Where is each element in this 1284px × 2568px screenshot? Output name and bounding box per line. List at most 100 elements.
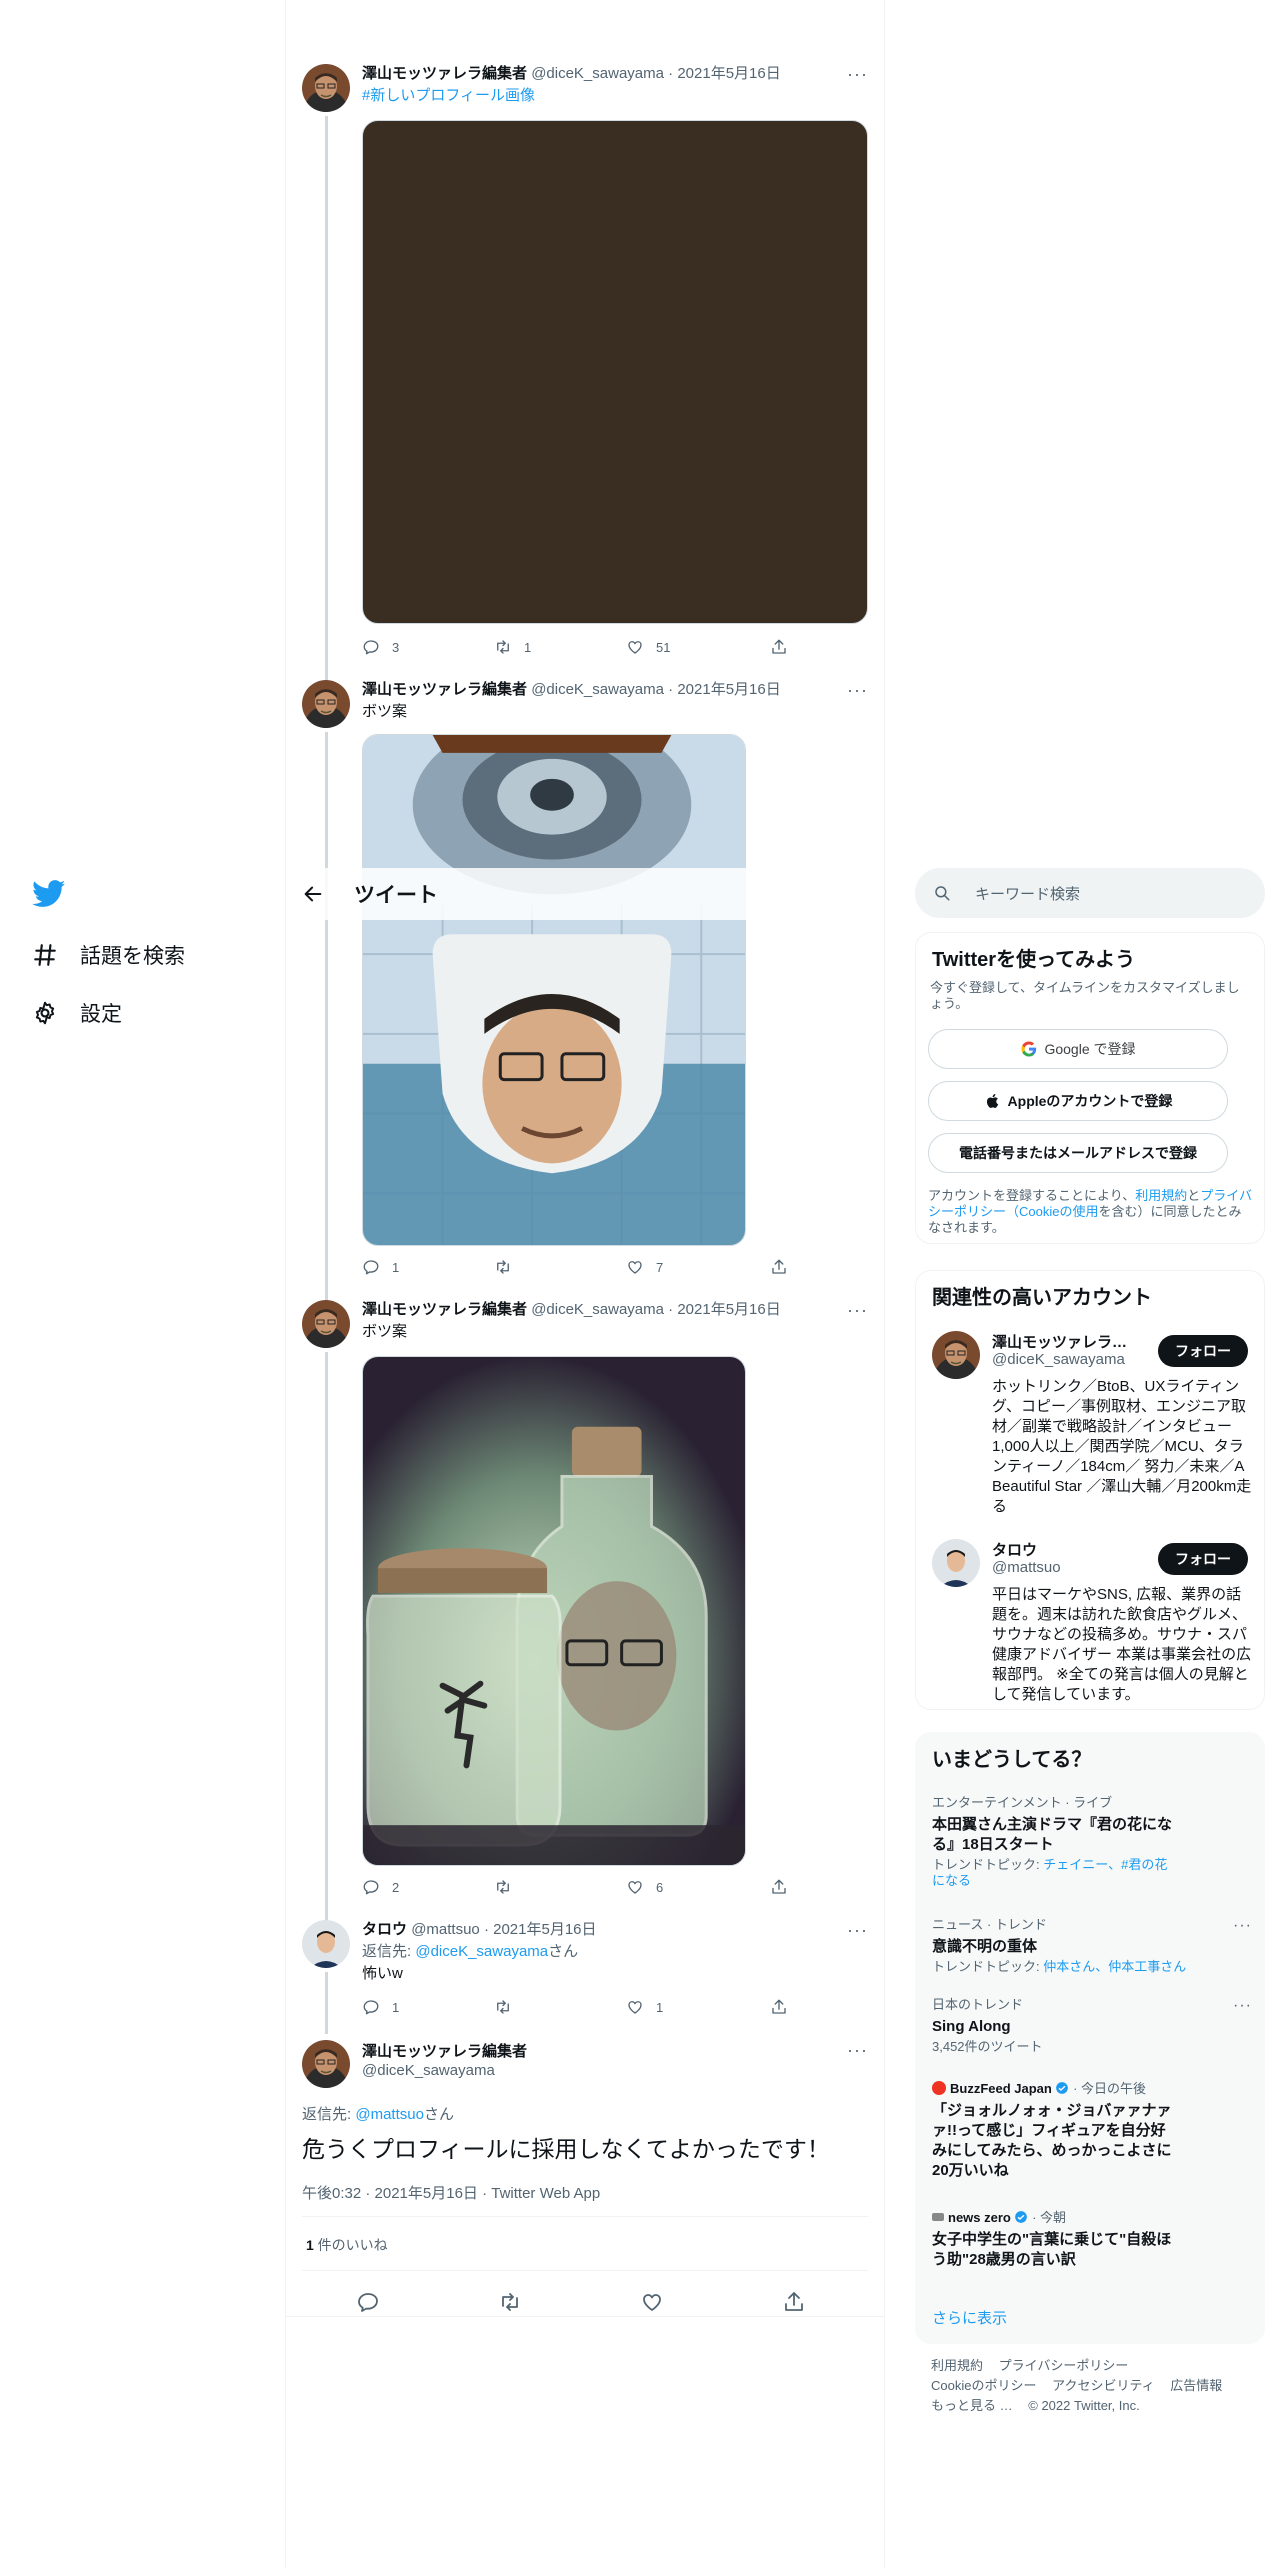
trend-item[interactable]: ··· ニュース · トレンド 意識不明の重体 トレンドトピック: 仲本さん、仲…: [932, 1917, 1252, 1975]
account-name[interactable]: タロウ: [992, 1539, 1142, 1560]
tweet-date[interactable]: 2021年5月16日: [677, 681, 780, 698]
terms-link[interactable]: 利用規約: [1135, 1188, 1187, 1203]
reply-to-link[interactable]: @mattsuo: [355, 2106, 424, 2123]
tweet-date[interactable]: 2021年5月16日: [677, 1301, 780, 1318]
author-handle[interactable]: @diceK_sawayama: [531, 1301, 664, 1318]
share-button[interactable]: [770, 1998, 800, 2016]
author-handle[interactable]: @mattsuo: [411, 1921, 480, 1938]
likes-summary[interactable]: 1 件のいいね: [306, 2235, 388, 2255]
reply-button[interactable]: 3: [362, 638, 399, 656]
retweet-button[interactable]: [494, 1878, 524, 1896]
tweet[interactable]: 澤山モッツァレラ編集者 @diceK_sawayama · 2021年5月16日…: [286, 680, 884, 1280]
hashtag-link[interactable]: #新しいプロフィール画像: [362, 86, 535, 106]
search-input[interactable]: キーワード検索: [915, 868, 1265, 918]
news-item[interactable]: news zero · 今朝 女子中学生の"言葉に乗じて"自殺ほう助"28歳男の…: [932, 2210, 1172, 2270]
more-icon[interactable]: ···: [847, 64, 868, 85]
show-more-link[interactable]: さらに表示: [932, 2307, 1007, 2328]
reply-button[interactable]: 2: [362, 1878, 399, 1896]
nav-explore-label: 話題を検索: [80, 945, 185, 968]
author-name[interactable]: 澤山モッツァレラ編集者: [362, 2040, 527, 2061]
reply-button[interactable]: 1: [362, 1998, 399, 2016]
author-name[interactable]: 澤山モッツァレラ編集者: [362, 1301, 527, 1318]
like-button[interactable]: 1: [626, 1998, 663, 2016]
footer-link[interactable]: Cookieのポリシー: [931, 2378, 1036, 2393]
reply-icon[interactable]: [356, 2290, 380, 2314]
account-name[interactable]: 澤山モッツァレラ編集者: [992, 1331, 1142, 1352]
reply-to-link[interactable]: @diceK_sawayama: [415, 1943, 548, 1960]
tweet[interactable]: 澤山モッツァレラ編集者 @diceK_sawayama · 2021年5月16日…: [286, 1300, 884, 1900]
tweet-media[interactable]: [362, 120, 868, 624]
news-item[interactable]: BuzzFeed Japan · 今日の午後 「ジョォルノォォ・ジョバァァナァァ…: [932, 2081, 1172, 2181]
retweet-button[interactable]: [494, 1258, 524, 1276]
nav-settings[interactable]: 設定: [32, 993, 122, 1033]
avatar[interactable]: [302, 1300, 350, 1348]
share-button[interactable]: [770, 1878, 800, 1896]
avatar[interactable]: [302, 64, 350, 112]
like-button[interactable]: 7: [626, 1258, 663, 1276]
google-signup-button[interactable]: Google で登録: [928, 1029, 1228, 1069]
tweet-text: 怖いw: [362, 1965, 403, 1982]
relevant-accounts-card: 関連性の高いアカウント 澤山モッツァレラ編集者 @diceK_sawayama …: [915, 1270, 1265, 1710]
gear-icon: [35, 1001, 55, 1025]
author-name[interactable]: 澤山モッツァレラ編集者: [362, 681, 527, 698]
footer-link[interactable]: 利用規約: [931, 2358, 983, 2373]
avatar[interactable]: [932, 1331, 980, 1379]
trend-title: 意識不明の重体: [932, 1938, 1038, 1955]
tweet[interactable]: 澤山モッツァレラ編集者 @diceK_sawayama · 2021年5月16日…: [286, 64, 884, 664]
follow-button[interactable]: フォロー: [1158, 1335, 1248, 1367]
footer-link[interactable]: プライバシーポリシー: [999, 2358, 1129, 2373]
more-icon[interactable]: ···: [847, 680, 868, 701]
trend-topics: トレンドトピック: 仲本さん、仲本工事さん: [932, 1959, 1252, 1975]
share-button[interactable]: [770, 1258, 800, 1276]
retweet-icon: [494, 1878, 512, 1896]
retweet-button[interactable]: 1: [494, 638, 531, 656]
more-icon[interactable]: ···: [1233, 1917, 1252, 1935]
share-button[interactable]: [770, 638, 800, 656]
reply-context: 返信先: @mattsuoさん: [302, 2103, 454, 2124]
apple-signup-button[interactable]: Appleのアカウントで登録: [928, 1081, 1228, 1121]
more-icon[interactable]: ···: [847, 1300, 868, 1321]
tweet[interactable]: タロウ @mattsuo · 2021年5月16日 ··· 返信先: @dice…: [286, 1920, 884, 2030]
footer-link[interactable]: もっと見る …: [931, 2398, 1013, 2413]
back-arrow-icon[interactable]: [302, 883, 324, 905]
trends-title: いまどうしてる？: [932, 1749, 1092, 1771]
like-count: 7: [656, 1259, 664, 1275]
reply-button[interactable]: 1: [362, 1258, 399, 1276]
tweet-date[interactable]: 2021年5月16日: [677, 65, 780, 82]
more-icon[interactable]: ···: [847, 2040, 868, 2061]
tweet-timestamp[interactable]: 午後0:32 · 2021年5月16日 · Twitter Web App: [302, 2182, 600, 2203]
author-handle[interactable]: @diceK_sawayama: [531, 65, 664, 82]
like-button[interactable]: 51: [626, 638, 670, 656]
retweet-button[interactable]: [494, 1998, 524, 2016]
follow-button[interactable]: フォロー: [1158, 1543, 1248, 1575]
like-button[interactable]: 6: [626, 1878, 663, 1896]
footer-link[interactable]: 広告情報: [1170, 2378, 1222, 2393]
trend-item[interactable]: エンターテインメント · ライブ 本田翼さん主演ドラマ『君の花になる』18日スタ…: [932, 1795, 1172, 1889]
tweet-media[interactable]: [362, 734, 746, 1246]
phone-email-signup-button[interactable]: 電話番号またはメールアドレスで登録: [928, 1133, 1228, 1173]
like-icon[interactable]: [640, 2290, 664, 2314]
tweet-actions: 2 6: [362, 1878, 782, 1898]
trend-item[interactable]: ··· 日本のトレンド Sing Along 3,452件のツイート: [932, 1997, 1252, 2055]
avatar[interactable]: [932, 1539, 980, 1587]
share-icon[interactable]: [782, 2290, 806, 2314]
tweet-date[interactable]: 2021年5月16日: [493, 1921, 596, 1938]
nav-explore[interactable]: 話題を検索: [32, 935, 185, 975]
author-name[interactable]: 澤山モッツァレラ編集者: [362, 65, 527, 82]
more-icon[interactable]: ···: [847, 1920, 868, 1941]
trend-topic-links[interactable]: 仲本さん、仲本工事さん: [1043, 1959, 1186, 1974]
retweet-icon[interactable]: [498, 2290, 522, 2314]
account-handle[interactable]: @mattsuo: [992, 1559, 1061, 1576]
avatar[interactable]: [302, 680, 350, 728]
account-handle[interactable]: @diceK_sawayama: [992, 1351, 1125, 1368]
tweet-header: 澤山モッツァレラ編集者 @diceK_sawayama · 2021年5月16日: [362, 680, 781, 700]
tweet-media[interactable]: [362, 1356, 746, 1866]
avatar[interactable]: [302, 2040, 350, 2088]
twitter-logo-icon[interactable]: [32, 880, 66, 908]
avatar[interactable]: [302, 1920, 350, 1968]
footer-link[interactable]: アクセシビリティ: [1052, 2378, 1155, 2393]
author-name[interactable]: タロウ: [362, 1921, 407, 1938]
author-handle[interactable]: @diceK_sawayama: [531, 681, 664, 698]
author-handle[interactable]: @diceK_sawayama: [362, 2062, 495, 2079]
more-icon[interactable]: ···: [1233, 1997, 1252, 2015]
